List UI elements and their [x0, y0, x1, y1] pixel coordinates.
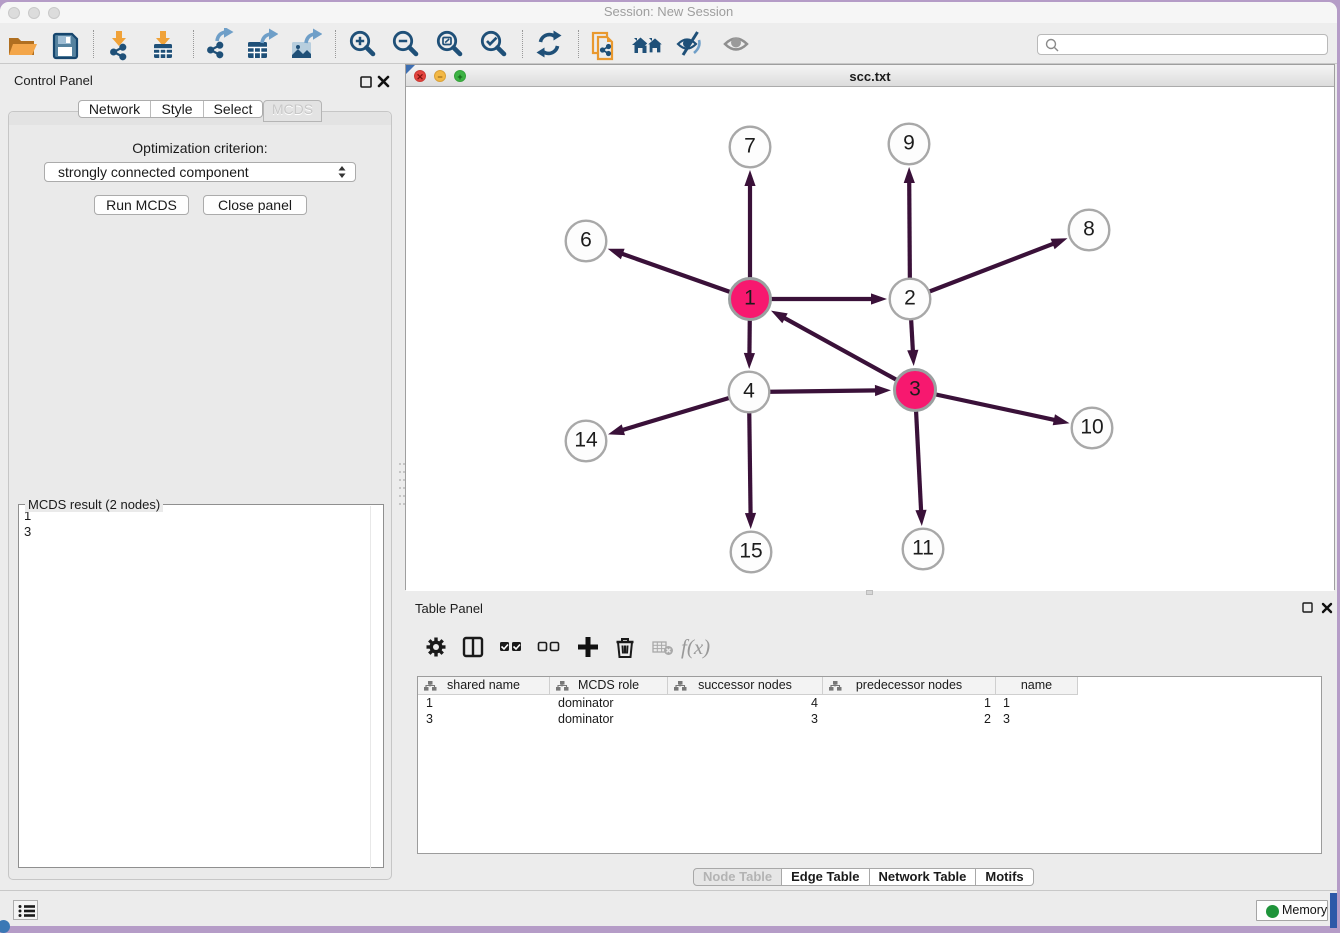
svg-text:15: 15	[739, 540, 762, 563]
svg-text:2: 2	[904, 287, 916, 310]
svg-text:9: 9	[903, 132, 915, 155]
svg-text:3: 3	[909, 378, 921, 401]
svg-text:1: 1	[744, 287, 756, 310]
svg-text:14: 14	[574, 429, 598, 452]
svg-text:10: 10	[1080, 416, 1103, 439]
svg-text:7: 7	[744, 135, 756, 158]
svg-text:6: 6	[580, 229, 592, 252]
svg-text:f(x): f(x)	[681, 635, 710, 659]
svg-text:8: 8	[1083, 218, 1095, 241]
svg-text:4: 4	[743, 380, 755, 403]
svg-text:11: 11	[912, 537, 934, 560]
